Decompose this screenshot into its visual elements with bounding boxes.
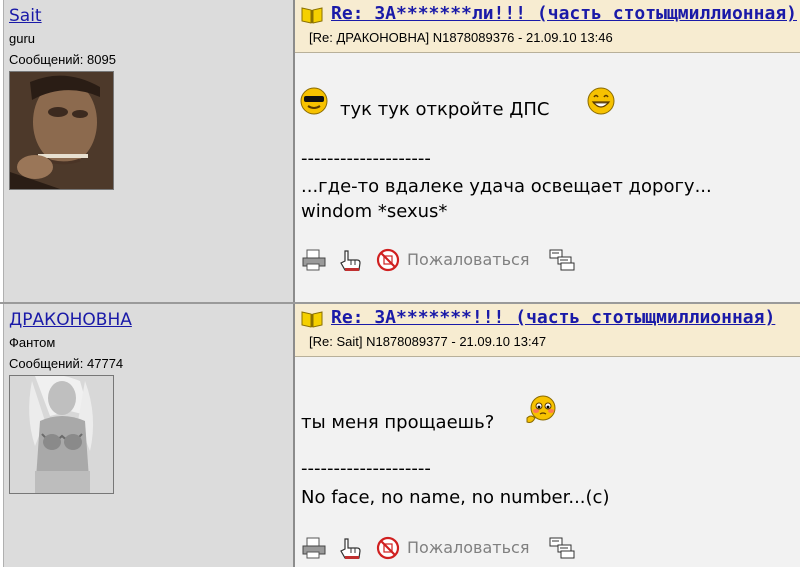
report-stop-icon[interactable]: [375, 536, 401, 560]
author-rank: guru: [9, 31, 36, 46]
author-message-count: Сообщений: 47774: [9, 356, 124, 371]
open-book-icon: [301, 7, 323, 24]
avatar-image: [10, 376, 113, 493]
print-icon[interactable]: [301, 536, 327, 560]
avatar[interactable]: [9, 375, 114, 494]
message-panel: Re: ЗА*******ли!!! (часть стотыщмиллионн…: [294, 0, 800, 302]
message-panel: Re: ЗА*******!!! (часть стотыщмиллионная…: [294, 304, 800, 567]
post-title-link[interactable]: Re: ЗА*******!!! (часть стотыщмиллионная…: [331, 307, 775, 328]
author-name-link[interactable]: ДРАКОНОВНА: [9, 310, 132, 330]
author-name-link[interactable]: Sait: [9, 6, 42, 26]
signature-line: No face, no name, no number...(c): [301, 487, 610, 508]
signature-line: ...где-то вдалеке удача освещает дорогу.…: [301, 176, 712, 197]
grin-smiley-icon: [587, 87, 615, 115]
pointing-hand-icon[interactable]: [337, 536, 363, 560]
report-stop-icon[interactable]: [375, 248, 401, 272]
signature-divider: --------------------: [301, 458, 431, 479]
post-body-text: тук тук откройте ДПС: [340, 99, 550, 120]
author-message-count: Сообщений: 8095: [9, 52, 116, 67]
post-body-text: ты меня прощаешь?: [301, 412, 495, 433]
post-header: Re: ЗА*******ли!!! (часть стотыщмиллионн…: [295, 0, 800, 53]
post-meta: [Re: Sait] N1878089377 - 21.09.10 13:47: [309, 334, 547, 349]
open-book-icon: [301, 311, 323, 328]
report-link[interactable]: Пожаловаться: [407, 538, 529, 557]
post-header: Re: ЗА*******!!! (часть стотыщмиллионная…: [295, 304, 800, 357]
author-rank: Фантом: [9, 335, 56, 350]
shy-pleading-smiley-icon: [526, 395, 556, 423]
tree-view-icon[interactable]: [549, 536, 575, 560]
author-panel: ДРАКОНОВНА Фантом Сообщений: 47774: [3, 304, 294, 567]
tree-view-icon[interactable]: [549, 248, 575, 272]
post-title-link[interactable]: Re: ЗА*******ли!!! (часть стотыщмиллионн…: [331, 3, 797, 24]
signature-divider: --------------------: [301, 148, 431, 169]
forum-post: ДРАКОНОВНА Фантом Сообщений: 47774 Re: З…: [0, 304, 800, 567]
cool-sunglasses-smiley-icon: [300, 87, 328, 115]
avatar-image: [10, 72, 113, 189]
post-meta: [Re: ДРАКОНОВНА] N1878089376 - 21.09.10 …: [309, 30, 613, 45]
pointing-hand-icon[interactable]: [337, 248, 363, 272]
avatar[interactable]: [9, 71, 114, 190]
signature-line: windom *sexus*: [301, 201, 448, 222]
report-link[interactable]: Пожаловаться: [407, 250, 529, 269]
author-panel: Sait guru Сообщений: 8095: [3, 0, 294, 302]
forum-post: Sait guru Сообщений: 8095 Re: ЗА*******л…: [0, 0, 800, 302]
print-icon[interactable]: [301, 248, 327, 272]
